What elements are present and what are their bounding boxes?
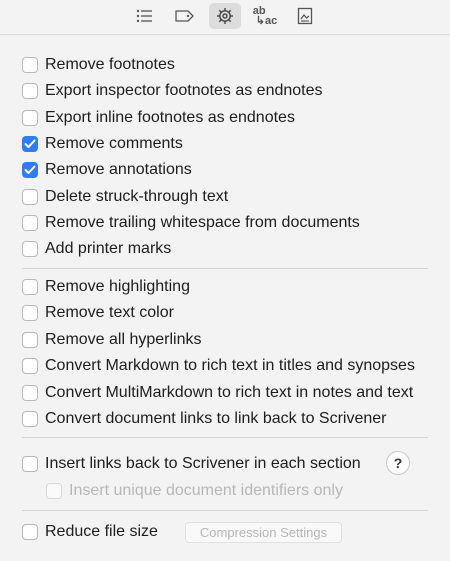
- option-export-inspector-footnotes[interactable]: Export inspector footnotes as endnotes: [22, 80, 323, 102]
- option-label: Export inline footnotes as endnotes: [45, 109, 295, 126]
- option-export-inline-footnotes[interactable]: Export inline footnotes as endnotes: [22, 107, 295, 129]
- checkbox[interactable]: [22, 215, 38, 231]
- checkbox[interactable]: [22, 411, 38, 427]
- option-label: Insert links back to Scrivener in each s…: [45, 455, 361, 472]
- option-label: Convert Markdown to rich text in titles …: [45, 357, 415, 374]
- checkbox[interactable]: [22, 83, 38, 99]
- option-remove-hyperlinks[interactable]: Remove all hyperlinks: [22, 329, 202, 351]
- checkbox[interactable]: [22, 57, 38, 73]
- checkbox[interactable]: [22, 241, 38, 257]
- option-label: Insert unique document identifiers only: [69, 482, 343, 499]
- option-label: Reduce file size: [45, 523, 158, 540]
- gear-icon[interactable]: [209, 3, 241, 29]
- toolbar-divider: [0, 34, 450, 35]
- option-label: Remove trailing whitespace from document…: [45, 214, 360, 231]
- section-divider: [22, 268, 428, 269]
- option-label: Remove highlighting: [45, 278, 190, 295]
- compression-settings-button: Compression Settings: [185, 522, 342, 543]
- checkmark-icon: [24, 165, 36, 174]
- checkbox[interactable]: [22, 110, 38, 126]
- checkbox-disabled: [46, 483, 62, 499]
- option-add-printer-marks[interactable]: Add printer marks: [22, 238, 171, 260]
- option-convert-document-links[interactable]: Convert document links to link back to S…: [22, 408, 386, 430]
- list-icon[interactable]: [129, 3, 161, 29]
- checkbox[interactable]: [22, 279, 38, 295]
- option-insert-links-back[interactable]: Insert links back to Scrivener in each s…: [22, 453, 361, 475]
- option-convert-multimarkdown-notes[interactable]: Convert MultiMarkdown to rich text in no…: [22, 382, 413, 404]
- option-reduce-file-size[interactable]: Reduce file size: [22, 521, 158, 543]
- checkbox[interactable]: [22, 385, 38, 401]
- option-remove-text-color[interactable]: Remove text color: [22, 302, 174, 324]
- option-label: Delete struck-through text: [45, 188, 229, 205]
- option-label: Remove text color: [45, 304, 174, 321]
- checkbox[interactable]: [22, 456, 38, 472]
- option-label: Add printer marks: [45, 240, 172, 257]
- checkbox-checked[interactable]: [22, 136, 38, 152]
- checkbox[interactable]: [22, 189, 38, 205]
- option-label: Export inspector footnotes as endnotes: [45, 82, 323, 99]
- checkbox[interactable]: [22, 524, 38, 540]
- section-divider: [22, 510, 428, 511]
- option-remove-comments[interactable]: Remove comments: [22, 133, 183, 155]
- format-toolbar: ab ↳ac: [0, 0, 450, 32]
- option-remove-highlighting[interactable]: Remove highlighting: [22, 276, 190, 298]
- checkbox[interactable]: [22, 305, 38, 321]
- replace-icon-bottom: ↳ac: [255, 15, 278, 27]
- option-label: Convert MultiMarkdown to rich text in no…: [45, 384, 414, 401]
- option-remove-trailing-whitespace[interactable]: Remove trailing whitespace from document…: [22, 212, 360, 234]
- option-remove-footnotes[interactable]: Remove footnotes: [22, 54, 175, 76]
- option-label: Remove all hyperlinks: [45, 331, 202, 348]
- option-label: Remove annotations: [45, 161, 192, 178]
- option-insert-unique-ids: Insert unique document identifiers only: [46, 480, 343, 502]
- checkmark-icon: [24, 139, 36, 148]
- section-divider: [22, 437, 428, 438]
- option-delete-struck-through[interactable]: Delete struck-through text: [22, 186, 228, 208]
- document-icon[interactable]: [289, 3, 321, 29]
- checkbox-checked[interactable]: [22, 162, 38, 178]
- option-label: Remove footnotes: [45, 56, 175, 73]
- tag-icon[interactable]: [169, 3, 201, 29]
- checkbox[interactable]: [22, 332, 38, 348]
- checkbox[interactable]: [22, 358, 38, 374]
- option-label: Convert document links to link back to S…: [45, 410, 387, 427]
- option-convert-markdown-titles[interactable]: Convert Markdown to rich text in titles …: [22, 355, 415, 377]
- option-label: Remove comments: [45, 135, 183, 152]
- help-button[interactable]: ?: [386, 451, 410, 475]
- text-replace-icon[interactable]: ab ↳ac: [249, 3, 281, 29]
- option-remove-annotations[interactable]: Remove annotations: [22, 159, 192, 181]
